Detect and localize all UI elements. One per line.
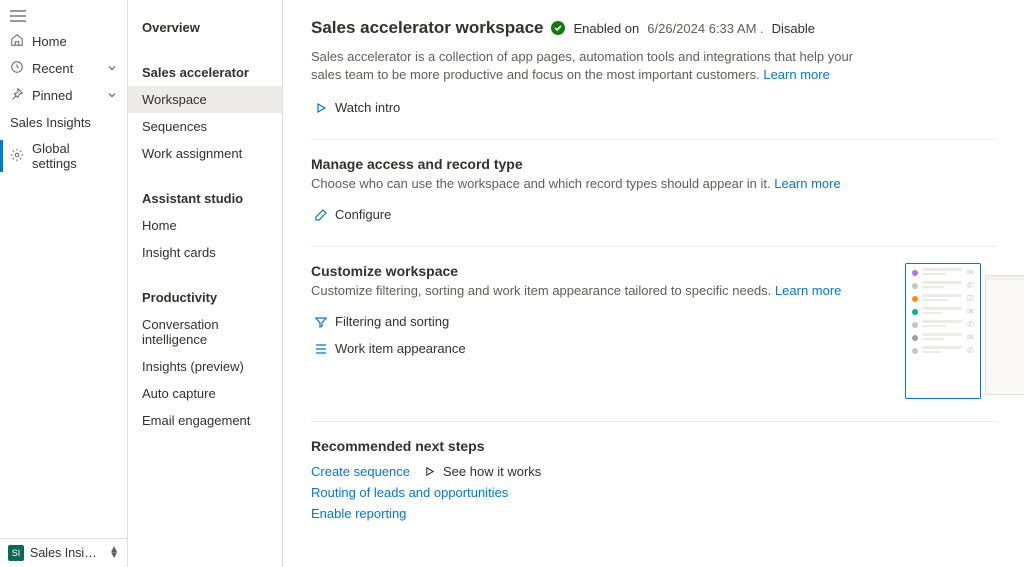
customize-illustration: Email Email ✉ ✆ ☑ ✉ <box>865 263 1024 403</box>
subnav-insight-cards[interactable]: Insight cards <box>128 239 282 266</box>
edit-icon <box>315 209 327 221</box>
subnav-work-assignment[interactable]: Work assignment <box>128 140 282 167</box>
customize-desc-text: Customize filtering, sorting and work it… <box>311 283 771 298</box>
subnav-group-productivity: Productivity <box>128 280 282 311</box>
list-icon <box>315 343 327 355</box>
status-date: 6/26/2024 6:33 AM . <box>647 21 763 36</box>
page-title: Sales accelerator workspace <box>311 18 543 38</box>
subnav: Overview Sales accelerator Workspace Seq… <box>128 0 283 567</box>
play-icon <box>424 466 435 477</box>
customize-desc: Customize filtering, sorting and work it… <box>311 283 841 298</box>
watch-intro-button[interactable]: Watch intro <box>311 94 404 121</box>
manage-access-desc-text: Choose who can use the workspace and whi… <box>311 176 771 191</box>
app-badge: SI <box>8 545 24 561</box>
customize-title: Customize workspace <box>311 263 841 279</box>
subnav-group-assistant-studio: Assistant studio <box>128 181 282 212</box>
hamburger-icon <box>10 10 26 22</box>
rail-home-label: Home <box>32 34 67 49</box>
customize-learn-more-link[interactable]: Learn more <box>775 283 841 298</box>
configure-label: Configure <box>335 207 391 222</box>
rail-recent-label: Recent <box>32 61 73 76</box>
subnav-conversation-intelligence[interactable]: Conversation intelligence <box>128 311 282 353</box>
left-rail: Home Recent Pinned Sales In <box>0 0 128 567</box>
play-icon <box>315 102 327 114</box>
next-steps-title: Recommended next steps <box>311 438 996 454</box>
configure-button[interactable]: Configure <box>311 201 395 228</box>
watch-intro-label: Watch intro <box>335 100 400 115</box>
subnav-assistant-home[interactable]: Home <box>128 212 282 239</box>
rail-home[interactable]: Home <box>0 28 127 55</box>
chevron-down-icon <box>107 61 117 76</box>
filter-icon <box>315 316 327 328</box>
status-label: Enabled on <box>573 21 639 36</box>
subnav-group-sales-accelerator: Sales accelerator <box>128 55 282 86</box>
gear-icon <box>10 148 24 165</box>
clock-icon <box>10 60 24 77</box>
section-customize: Customize workspace Customize filtering,… <box>311 246 996 403</box>
section-manage-access: Manage access and record type Choose who… <box>311 139 996 228</box>
pin-icon <box>10 87 24 104</box>
enable-reporting-link[interactable]: Enable reporting <box>311 506 996 521</box>
app-switcher-label: Sales Insights sett… <box>30 546 103 560</box>
subnav-auto-capture[interactable]: Auto capture <box>128 380 282 407</box>
filtering-label: Filtering and sorting <box>335 314 449 329</box>
see-how-it-works-button[interactable]: See how it works <box>424 464 541 479</box>
appearance-label: Work item appearance <box>335 341 466 356</box>
chevron-down-icon <box>107 88 117 103</box>
rail-app-switcher[interactable]: SI Sales Insights sett… ▲▼ <box>0 538 127 567</box>
manage-access-learn-more-link[interactable]: Learn more <box>774 176 840 191</box>
see-how-label: See how it works <box>443 464 541 479</box>
main-content: Sales accelerator workspace Enabled on 6… <box>283 0 1024 567</box>
enabled-check-icon <box>551 21 565 35</box>
manage-access-desc: Choose who can use the workspace and whi… <box>311 176 996 191</box>
rail-pinned[interactable]: Pinned <box>0 82 127 109</box>
create-sequence-link[interactable]: Create sequence <box>311 464 410 479</box>
intro-learn-more-link[interactable]: Learn more <box>763 67 829 82</box>
filtering-sorting-button[interactable]: Filtering and sorting <box>311 308 453 335</box>
subnav-overview[interactable]: Overview <box>128 10 282 41</box>
rail-global-settings-label: Global settings <box>32 141 117 171</box>
hamburger-button[interactable] <box>0 4 127 28</box>
intro-text: Sales accelerator is a collection of app… <box>311 48 871 84</box>
subnav-sequences[interactable]: Sequences <box>128 113 282 140</box>
subnav-email-engagement[interactable]: Email engagement <box>128 407 282 434</box>
rail-global-settings[interactable]: Global settings <box>0 136 127 176</box>
rail-pinned-label: Pinned <box>32 88 72 103</box>
subnav-insights-preview[interactable]: Insights (preview) <box>128 353 282 380</box>
rail-recent[interactable]: Recent <box>0 55 127 82</box>
disable-button[interactable]: Disable <box>772 21 815 36</box>
subnav-workspace[interactable]: Workspace <box>128 86 282 113</box>
section-next-steps: Recommended next steps Create sequence S… <box>311 421 996 521</box>
home-icon <box>10 33 24 50</box>
manage-access-title: Manage access and record type <box>311 156 996 172</box>
switcher-updown-icon: ▲▼ <box>109 547 119 559</box>
work-item-appearance-button[interactable]: Work item appearance <box>311 335 470 362</box>
rail-section-sales-insights: Sales Insights <box>0 109 127 136</box>
routing-link[interactable]: Routing of leads and opportunities <box>311 485 996 500</box>
